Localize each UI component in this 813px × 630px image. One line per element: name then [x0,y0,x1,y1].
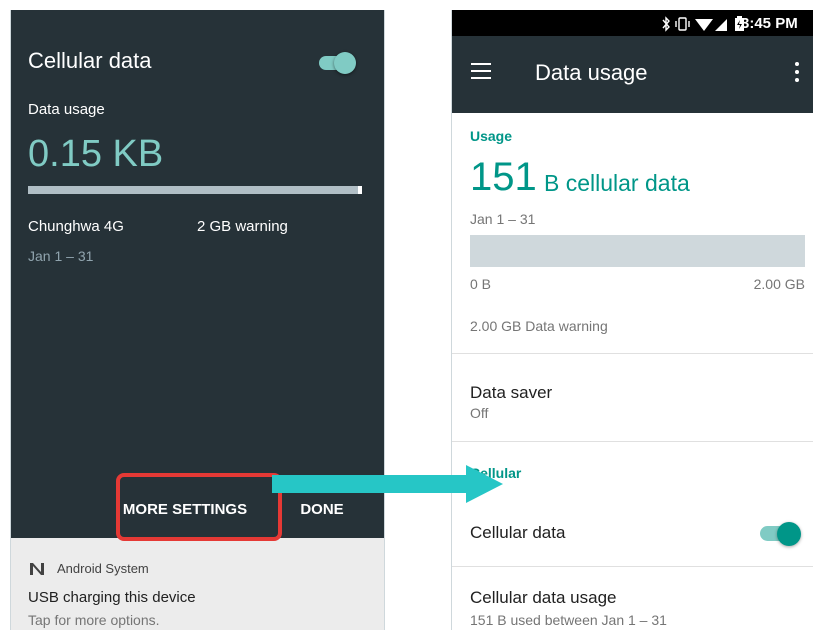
data-usage-screen: 3:45 PM Data usage Usage 151 B cellular … [451,10,813,630]
usb-notification[interactable]: Android System USB charging this device … [11,538,384,630]
notification-title: USB charging this device [28,589,196,606]
carrier-name: Chunghwa 4G [28,218,124,235]
data-usage-label: Data usage [28,101,105,118]
android-n-icon [30,563,44,575]
cellular-data-label: Cellular data [470,523,566,542]
bluetooth-icon [662,16,670,32]
data-warning-text[interactable]: 2.00 GB Data warning [470,318,608,334]
billing-period: Jan 1 – 31 [28,248,94,264]
more-vert-icon[interactable] [795,62,799,82]
cellular-data-usage-label: Cellular data usage [470,588,617,607]
usage-limit-marker [358,186,362,194]
page-title: Data usage [535,60,648,85]
usage-bar-min-label: 0 B [470,276,492,292]
wifi-icon [695,19,713,31]
usage-progress-bar [28,186,360,194]
vibrate-icon [675,17,690,31]
usage-amount-number: 151 [470,155,537,199]
data-saver-label: Data saver [470,383,553,402]
divider [452,566,813,567]
notification-app-name: Android System [57,561,149,576]
arrow-icon [272,465,503,503]
status-icons [662,16,744,32]
more-settings-highlight [116,473,282,541]
status-bar: 3:45 PM [452,10,813,36]
toggle-thumb [777,522,801,546]
billing-period: Jan 1 – 31 [470,211,536,227]
usage-amount-unit: B cellular data [544,170,690,196]
cellular-data-usage-summary: 151 B used between Jan 1 – 31 [470,612,667,628]
usage-section-header: Usage [470,128,513,144]
divider [452,353,813,354]
status-time: 3:45 PM [741,15,798,32]
divider [452,441,813,442]
data-saver-value: Off [470,405,489,421]
app-bar: Data usage [452,36,813,113]
toggle-thumb [334,52,356,74]
usage-bar-max-label: 2.00 GB [753,276,805,292]
data-usage-amount: 0.15 KB [28,133,164,175]
signal-icon [715,19,727,31]
notification-text: Tap for more options. [28,612,160,628]
usage-bar [470,235,805,267]
dialog-title: Cellular data [28,48,152,73]
hamburger-menu-icon[interactable] [471,63,491,81]
data-warning: 2 GB warning [197,218,288,235]
